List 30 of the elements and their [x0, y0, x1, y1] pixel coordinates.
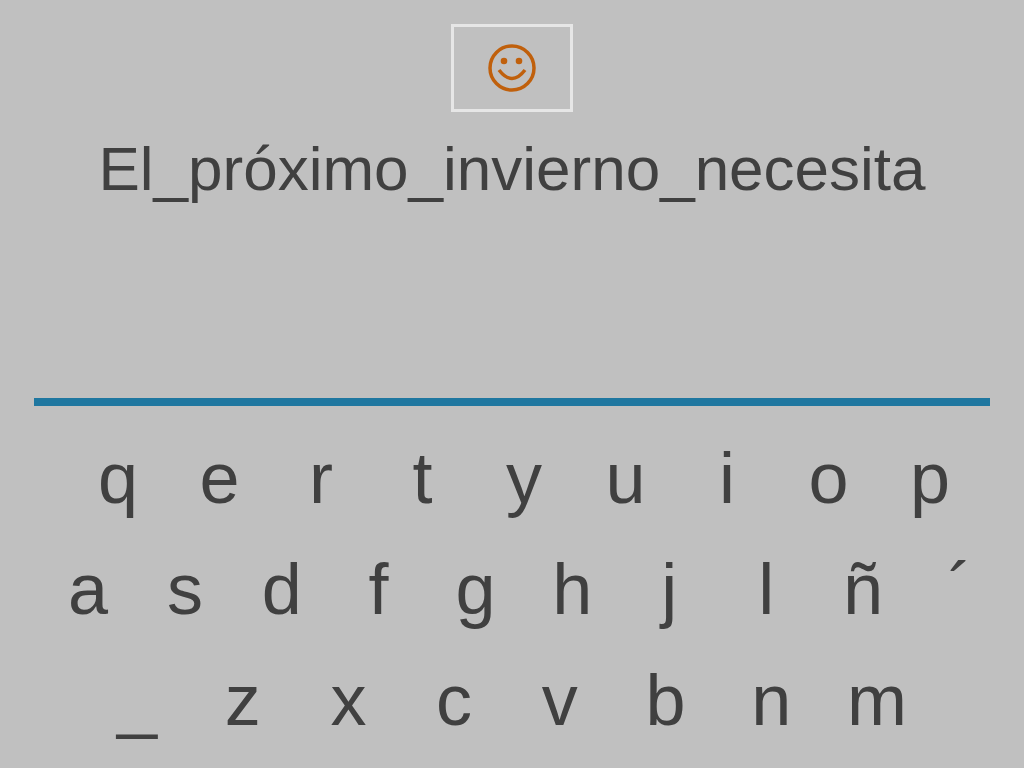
key[interactable]: m [844, 644, 909, 755]
key[interactable]: a [56, 533, 120, 644]
key[interactable]: n [739, 644, 804, 755]
key[interactable]: d [249, 533, 314, 644]
key[interactable]: z [210, 644, 275, 755]
prompt-text: El_próximo_invierno_necesita [98, 133, 926, 205]
key[interactable]: v [527, 644, 592, 755]
key[interactable]: j [637, 533, 702, 644]
key[interactable]: ´ [927, 533, 992, 644]
key[interactable]: x [316, 644, 381, 755]
key[interactable]: f [346, 533, 411, 644]
key[interactable]: i [695, 422, 759, 533]
key[interactable]: p [898, 422, 962, 533]
key[interactable]: g [443, 533, 508, 644]
key[interactable]: h [540, 533, 605, 644]
key[interactable]: e [187, 422, 252, 533]
key[interactable]: q [86, 422, 150, 533]
key[interactable]: o [796, 422, 861, 533]
key[interactable]: y [492, 422, 556, 533]
key[interactable]: b [633, 644, 698, 755]
key[interactable]: u [593, 422, 658, 533]
key[interactable]: _ [105, 644, 169, 755]
smiley-button[interactable] [451, 24, 573, 112]
key[interactable]: r [289, 422, 353, 533]
key[interactable]: c [422, 644, 487, 755]
key[interactable]: t [390, 422, 455, 533]
smiley-icon [487, 43, 537, 93]
key[interactable]: ñ [831, 533, 895, 644]
key[interactable]: l [734, 533, 799, 644]
key[interactable]: s [152, 533, 217, 644]
